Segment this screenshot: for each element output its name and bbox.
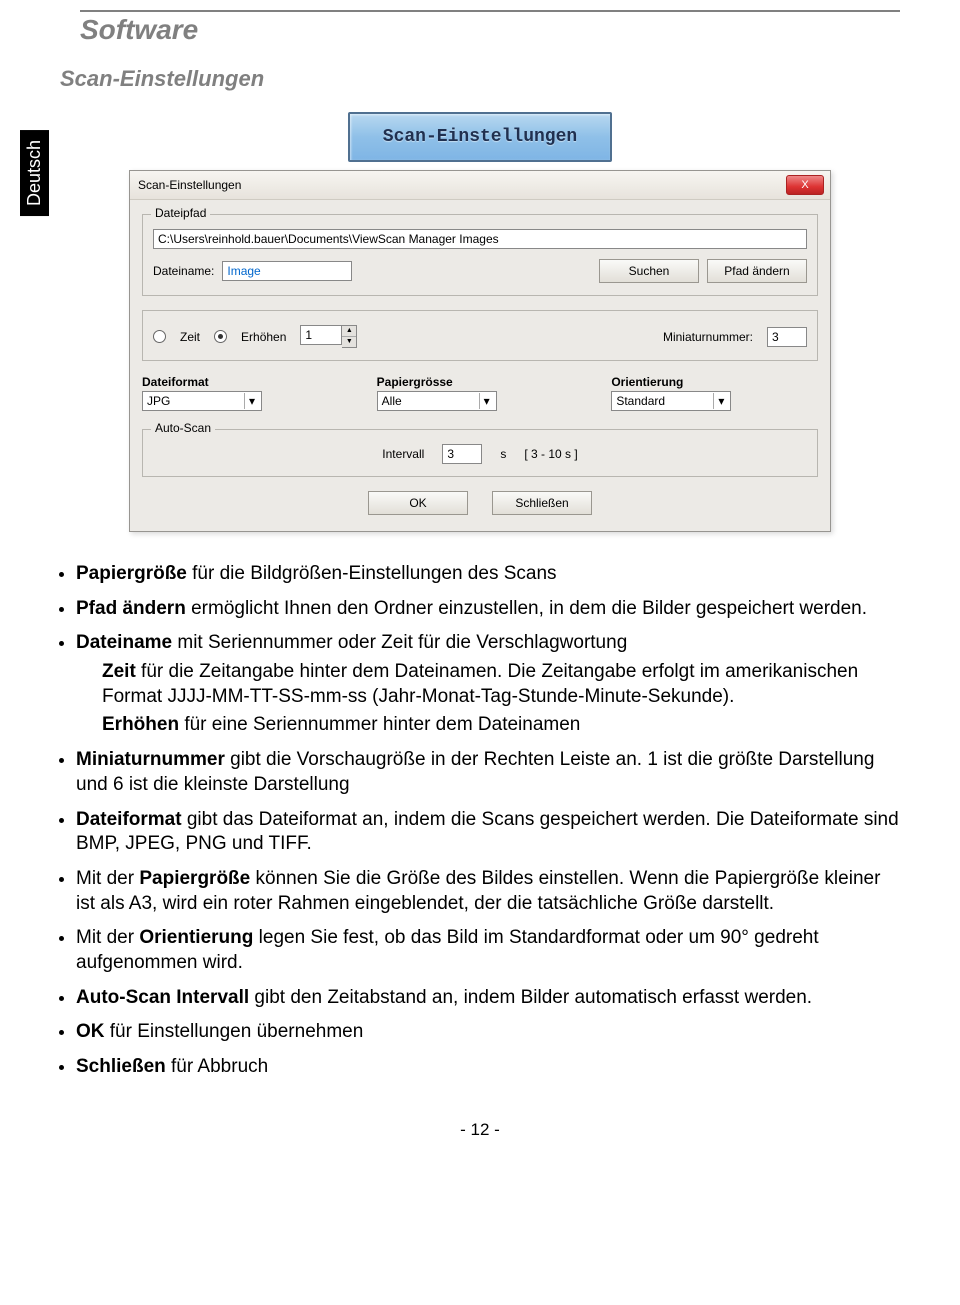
radio-time[interactable] xyxy=(153,330,166,343)
language-tab: Deutsch xyxy=(20,130,49,216)
fileformat-dropdown[interactable]: JPG ▾ xyxy=(142,391,262,411)
chevron-down-icon: ▾ xyxy=(244,393,259,409)
list-item: Miniaturnummer gibt die Vorschaugröße in… xyxy=(76,748,900,797)
chevron-down-icon: ▾ xyxy=(479,393,494,409)
search-button[interactable]: Suchen xyxy=(599,259,699,283)
ok-button[interactable]: OK xyxy=(368,491,468,515)
list-item: Auto-Scan Intervall gibt den Zeitabstand… xyxy=(76,986,900,1011)
increment-stepper[interactable]: ▲▼ xyxy=(300,325,357,348)
path-input[interactable] xyxy=(153,229,807,249)
list-item: Papiergröße für die Bildgrößen-Einstellu… xyxy=(76,562,900,587)
autoscan-group: Auto-Scan Intervall s [ 3 - 10 s ] xyxy=(142,429,818,477)
scan-settings-dialog: Scan-Einstellungen X Dateipfad Dateiname… xyxy=(129,170,831,532)
page-number: - 12 - xyxy=(60,1120,900,1140)
scan-settings-toolbar-label: Scan-Einstellungen xyxy=(350,127,610,147)
fileformat-label: Dateiformat xyxy=(142,375,349,389)
interval-unit: s xyxy=(500,447,506,461)
chevron-down-icon[interactable]: ▼ xyxy=(342,337,356,347)
naming-group: Zeit Erhöhen ▲▼ Miniaturnummer: xyxy=(142,310,818,361)
interval-range: [ 3 - 10 s ] xyxy=(524,447,577,461)
filepath-group: Dateipfad Dateiname: Suchen Pfad ändern xyxy=(142,214,818,296)
dialog-title: Scan-Einstellungen xyxy=(136,178,241,192)
filepath-legend: Dateipfad xyxy=(151,206,210,220)
chevron-down-icon: ▾ xyxy=(713,393,728,409)
orientation-label: Orientierung xyxy=(611,375,818,389)
change-path-button[interactable]: Pfad ändern xyxy=(707,259,807,283)
filename-input[interactable] xyxy=(222,261,352,281)
list-item: Dateiformat gibt das Dateiformat an, ind… xyxy=(76,808,900,857)
radio-increment-label: Erhöhen xyxy=(241,330,286,344)
list-item: Dateiname mit Seriennummer oder Zeit für… xyxy=(76,631,900,738)
interval-label: Intervall xyxy=(382,447,424,461)
list-item: Pfad ändern ermöglicht Ihnen den Ordner … xyxy=(76,597,900,622)
close-button[interactable]: Schließen xyxy=(492,491,592,515)
fileformat-value: JPG xyxy=(147,391,170,411)
thumb-input[interactable] xyxy=(767,327,807,347)
increment-input[interactable] xyxy=(300,325,342,345)
scan-settings-toolbar-button[interactable]: Scan-Einstellungen xyxy=(348,112,612,162)
description-text: Papiergröße für die Bildgrößen-Einstellu… xyxy=(60,562,900,1080)
filename-label: Dateiname: xyxy=(153,264,214,278)
autoscan-legend: Auto-Scan xyxy=(151,421,215,435)
thumb-label: Miniaturnummer: xyxy=(663,330,753,344)
list-item: Schließen für Abbruch xyxy=(76,1055,900,1080)
orientation-value: Standard xyxy=(616,391,665,411)
page-title: Software xyxy=(80,14,900,46)
dialog-titlebar: Scan-Einstellungen X xyxy=(130,171,830,200)
radio-time-label: Zeit xyxy=(180,330,200,344)
papersize-value: Alle xyxy=(382,391,402,411)
orientation-dropdown[interactable]: Standard ▾ xyxy=(611,391,731,411)
papersize-dropdown[interactable]: Alle ▾ xyxy=(377,391,497,411)
radio-increment[interactable] xyxy=(214,330,227,343)
interval-input[interactable] xyxy=(442,444,482,464)
list-item: Mit der Papiergröße können Sie die Größe… xyxy=(76,867,900,916)
formats-row: Dateiformat JPG ▾ Papiergrösse Alle ▾ Or… xyxy=(142,375,818,411)
papersize-label: Papiergrösse xyxy=(377,375,584,389)
header-rule xyxy=(80,10,900,12)
close-icon[interactable]: X xyxy=(786,175,824,195)
page-subtitle: Scan-Einstellungen xyxy=(60,66,900,92)
list-item: Mit der Orientierung legen Sie fest, ob … xyxy=(76,926,900,975)
chevron-up-icon[interactable]: ▲ xyxy=(342,326,356,337)
list-item: OK für Einstellungen übernehmen xyxy=(76,1020,900,1045)
